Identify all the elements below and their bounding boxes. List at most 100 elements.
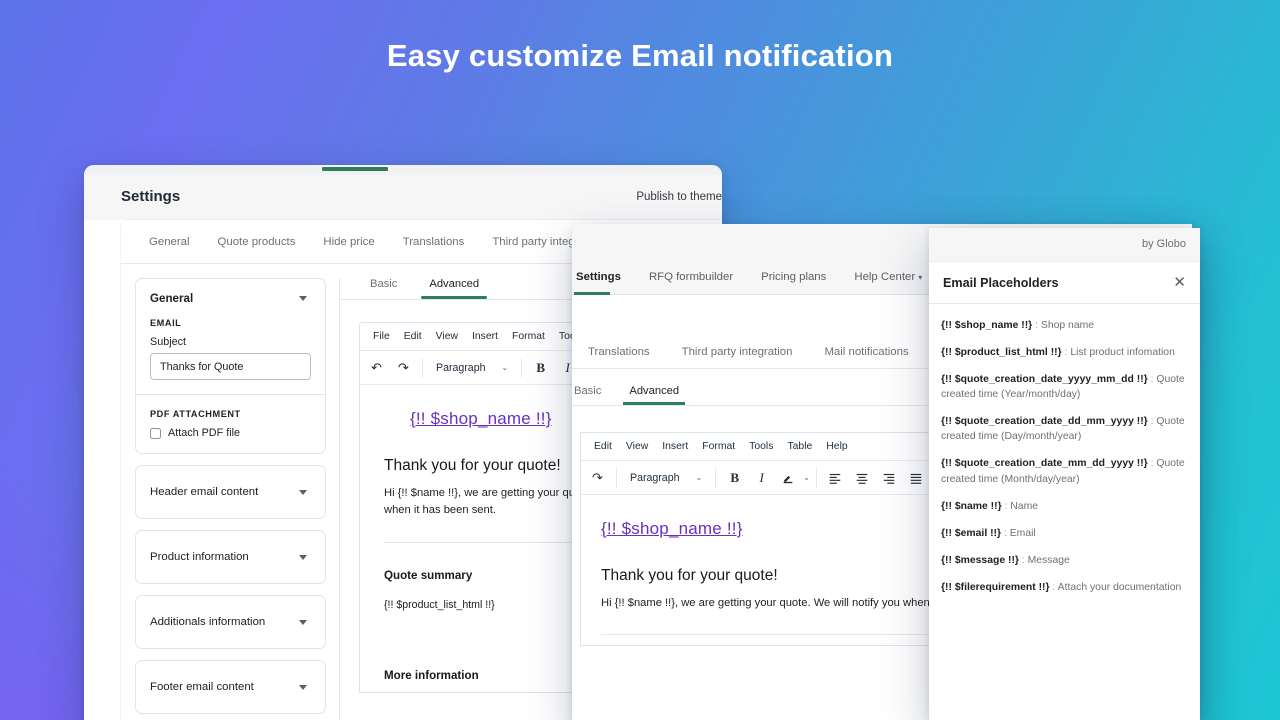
chevron-down-icon[interactable] [299,296,307,301]
pen-icon [783,475,793,484]
block-format-select[interactable]: Paragraph ⌄ [429,355,515,380]
nav-help-center-label: Help Center [854,270,916,283]
section-product-information-label: Product information [150,551,249,563]
section-header-email-content-label: Header email content [150,486,259,498]
page-heading: Settings [121,188,181,205]
section-footer-email-content-header[interactable]: Footer email content [136,661,325,713]
section-additionals-information[interactable]: Additionals information [135,595,326,649]
text-color-icon[interactable] [776,465,801,490]
placeholder-description: Attach your documentation [1057,581,1182,593]
menu-format[interactable]: Format [695,438,742,455]
bold-button[interactable]: B [722,465,747,490]
list-item[interactable]: {!! $shop_name !!} : Shop name [941,318,1188,333]
block-format-select[interactable]: Paragraph ⌄ [623,465,709,490]
settings-accordion: General EMAIL Subject Thanks for Quote P… [135,278,326,720]
separator: : [1018,554,1028,566]
list-item[interactable]: {!! $product_list_html !!} : List produc… [941,345,1188,360]
chevron-down-icon[interactable] [299,554,307,560]
list-item[interactable]: {!! $message !!} : Message [941,553,1188,568]
separator: : [1032,320,1041,331]
menu-edit[interactable]: Edit [587,438,619,455]
placeholder-token: {!! $product_list_html !!} [941,347,1062,359]
separator: : [1049,581,1058,593]
active-tab-indicator [322,167,388,171]
nav-pricing-plans[interactable]: Pricing plans [747,271,840,283]
menu-table[interactable]: Table [780,438,819,455]
chevron-down-icon: ▾ [918,272,923,282]
list-item[interactable]: {!! $filerequirement !!} : Attach your d… [941,580,1188,595]
tab-third-party-integration[interactable]: Third party integration [666,346,809,358]
placeholders-panel-header: Email Placeholders ✕ [929,262,1200,304]
align-center-icon[interactable] [850,465,875,490]
redo-icon[interactable]: ↷ [391,355,416,380]
tab-basic[interactable]: Basic [572,385,615,405]
section-product-information[interactable]: Product information [135,530,326,584]
tab-hide-price[interactable]: Hide price [309,236,388,248]
subject-label: Subject [150,336,187,348]
section-footer-email-content-label: Footer email content [150,681,254,693]
bold-button[interactable]: B [528,355,553,380]
chevron-down-icon[interactable] [299,619,307,625]
menu-view[interactable]: View [429,328,465,345]
section-general-header[interactable]: General [136,279,325,318]
menu-view[interactable]: View [619,438,655,455]
section-additionals-information-header[interactable]: Additionals information [136,596,325,648]
tab-advanced[interactable]: Advanced [413,278,495,299]
menu-file[interactable]: File [366,328,397,345]
list-item[interactable]: {!! $email !!} : Email [941,526,1188,541]
menu-help[interactable]: Help [819,438,854,455]
nav-help-center[interactable]: Help Center ▾ [840,271,936,283]
close-icon[interactable]: ✕ [1173,275,1186,290]
redo-icon[interactable]: ↷ [585,465,610,490]
align-right-icon[interactable] [877,465,902,490]
pdf-group-label: PDF ATTACHMENT [150,409,241,419]
subject-input[interactable]: Thanks for Quote [150,353,311,380]
block-format-value: Paragraph [436,361,486,374]
by-globo-label: by Globo [1141,238,1186,250]
email-shop-name-placeholder: {!! $shop_name !!} [601,519,743,538]
menu-format[interactable]: Format [505,328,552,345]
menu-insert[interactable]: Insert [465,328,505,345]
list-item[interactable]: {!! $quote_creation_date_yyyy_mm_dd !!} … [941,372,1188,402]
tab-translations[interactable]: Translations [389,236,479,248]
menu-insert[interactable]: Insert [655,438,695,455]
section-footer-email-content[interactable]: Footer email content [135,660,326,714]
undo-icon[interactable]: ↶ [364,355,389,380]
placeholder-token: {!! $quote_creation_date_yyyy_mm_dd !!} [941,374,1148,386]
placeholder-token: {!! $quote_creation_date_dd_mm_yyyy !!} [941,416,1148,428]
section-header-email-content[interactable]: Header email content [135,465,326,519]
publish-to-theme-button[interactable]: Publish to theme [636,191,722,203]
section-general-body: EMAIL Subject Thanks for Quote [136,318,325,394]
tab-basic[interactable]: Basic [354,278,413,299]
tab-advanced[interactable]: Advanced [615,385,693,405]
chevron-down-icon: ⌄ [695,473,703,482]
menu-tools[interactable]: Tools [742,438,780,455]
section-header-email-content-header[interactable]: Header email content [136,466,325,518]
chevron-down-icon[interactable]: ⌄ [803,473,810,482]
list-item[interactable]: {!! $quote_creation_date_mm_dd_yyyy !!} … [941,456,1188,486]
chevron-down-icon[interactable] [299,489,307,495]
toolbar-separator [521,357,523,378]
placeholder-token: {!! $quote_creation_date_mm_dd_yyyy !!} [941,458,1148,470]
nav-rfq-formbuilder[interactable]: RFQ formbuilder [635,271,747,283]
attach-pdf-row[interactable]: Attach PDF file [150,427,311,439]
section-general[interactable]: General EMAIL Subject Thanks for Quote P… [135,278,326,454]
separator: : [1001,527,1010,539]
tab-translations[interactable]: Translations [572,346,666,358]
section-product-information-header[interactable]: Product information [136,531,325,583]
placeholder-description: Name [1010,500,1039,512]
tab-general[interactable]: General [135,236,204,248]
tab-mail-notifications[interactable]: Mail notifications [808,346,924,358]
attach-pdf-label: Attach PDF file [168,427,241,439]
menu-edit[interactable]: Edit [397,328,429,345]
nav-settings[interactable]: Settings [572,271,635,283]
list-item[interactable]: {!! $name !!} : Name [941,499,1188,514]
align-justify-icon[interactable] [904,465,929,490]
italic-button[interactable]: I [749,465,774,490]
attach-pdf-checkbox[interactable] [150,427,161,439]
tab-quote-products[interactable]: Quote products [204,236,310,248]
chevron-down-icon: ⌄ [501,363,509,372]
list-item[interactable]: {!! $quote_creation_date_dd_mm_yyyy !!} … [941,414,1188,444]
align-left-icon[interactable] [823,465,848,490]
chevron-down-icon[interactable] [299,684,307,690]
